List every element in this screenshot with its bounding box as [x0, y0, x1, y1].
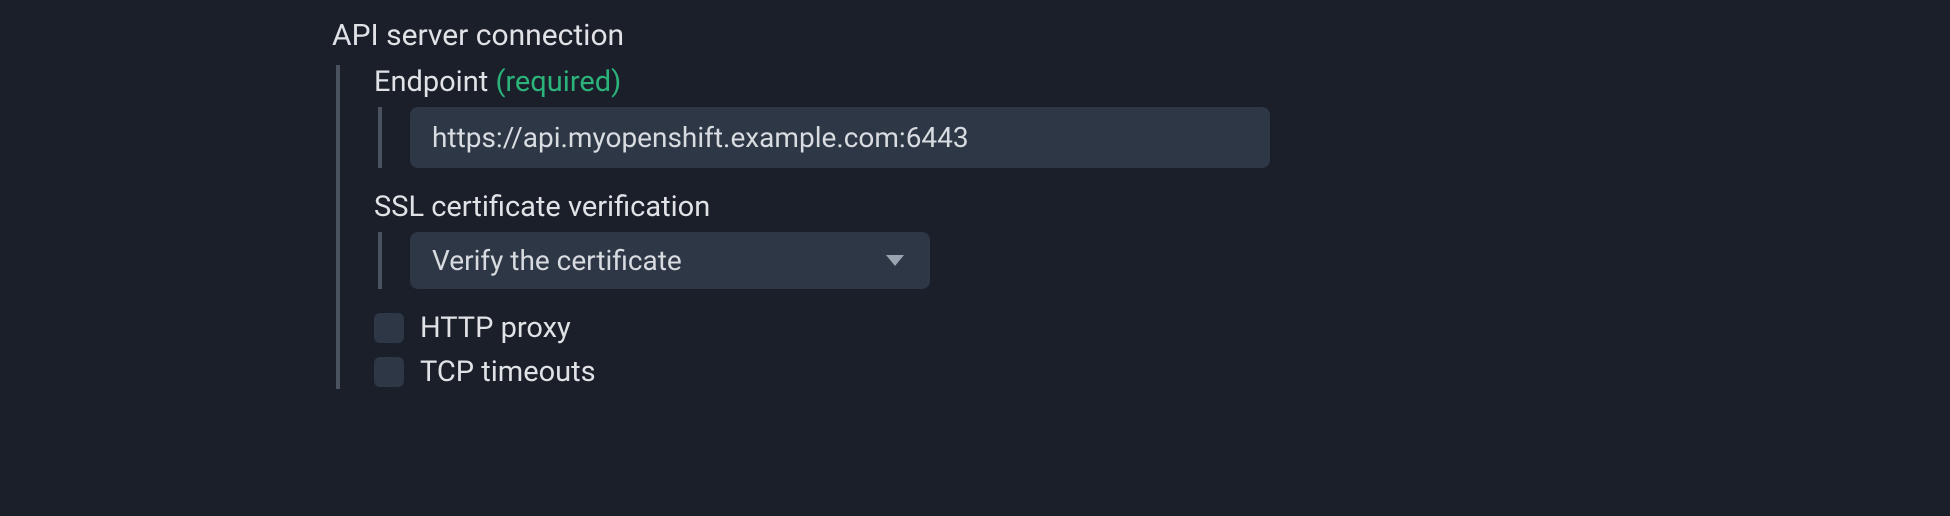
endpoint-control: [378, 107, 1950, 168]
tcp-timeouts-checkbox[interactable]: [374, 357, 404, 387]
http-proxy-checkbox[interactable]: [374, 313, 404, 343]
api-server-connection-section: API server connection Endpoint (required…: [332, 18, 1950, 389]
ssl-select[interactable]: Verify the certificate: [410, 232, 930, 289]
endpoint-label-row: Endpoint (required): [374, 65, 1950, 99]
ssl-control: Verify the certificate: [378, 232, 1950, 289]
ssl-select-value: Verify the certificate: [432, 244, 682, 277]
tcp-timeouts-label: TCP timeouts: [420, 355, 596, 389]
chevron-down-icon: [886, 255, 904, 266]
endpoint-field: Endpoint (required): [374, 65, 1950, 168]
tcp-timeouts-row: TCP timeouts: [374, 355, 1950, 389]
http-proxy-label: HTTP proxy: [420, 311, 571, 345]
section-body: Endpoint (required) SSL certificate veri…: [336, 65, 1950, 389]
section-title: API server connection: [332, 18, 1950, 53]
ssl-label: SSL certificate verification: [374, 190, 1950, 224]
ssl-field: SSL certificate verification Verify the …: [374, 190, 1950, 289]
endpoint-input[interactable]: [410, 107, 1270, 168]
http-proxy-row: HTTP proxy: [374, 311, 1950, 345]
required-tag: (required): [495, 65, 621, 99]
endpoint-label: Endpoint: [374, 65, 488, 99]
